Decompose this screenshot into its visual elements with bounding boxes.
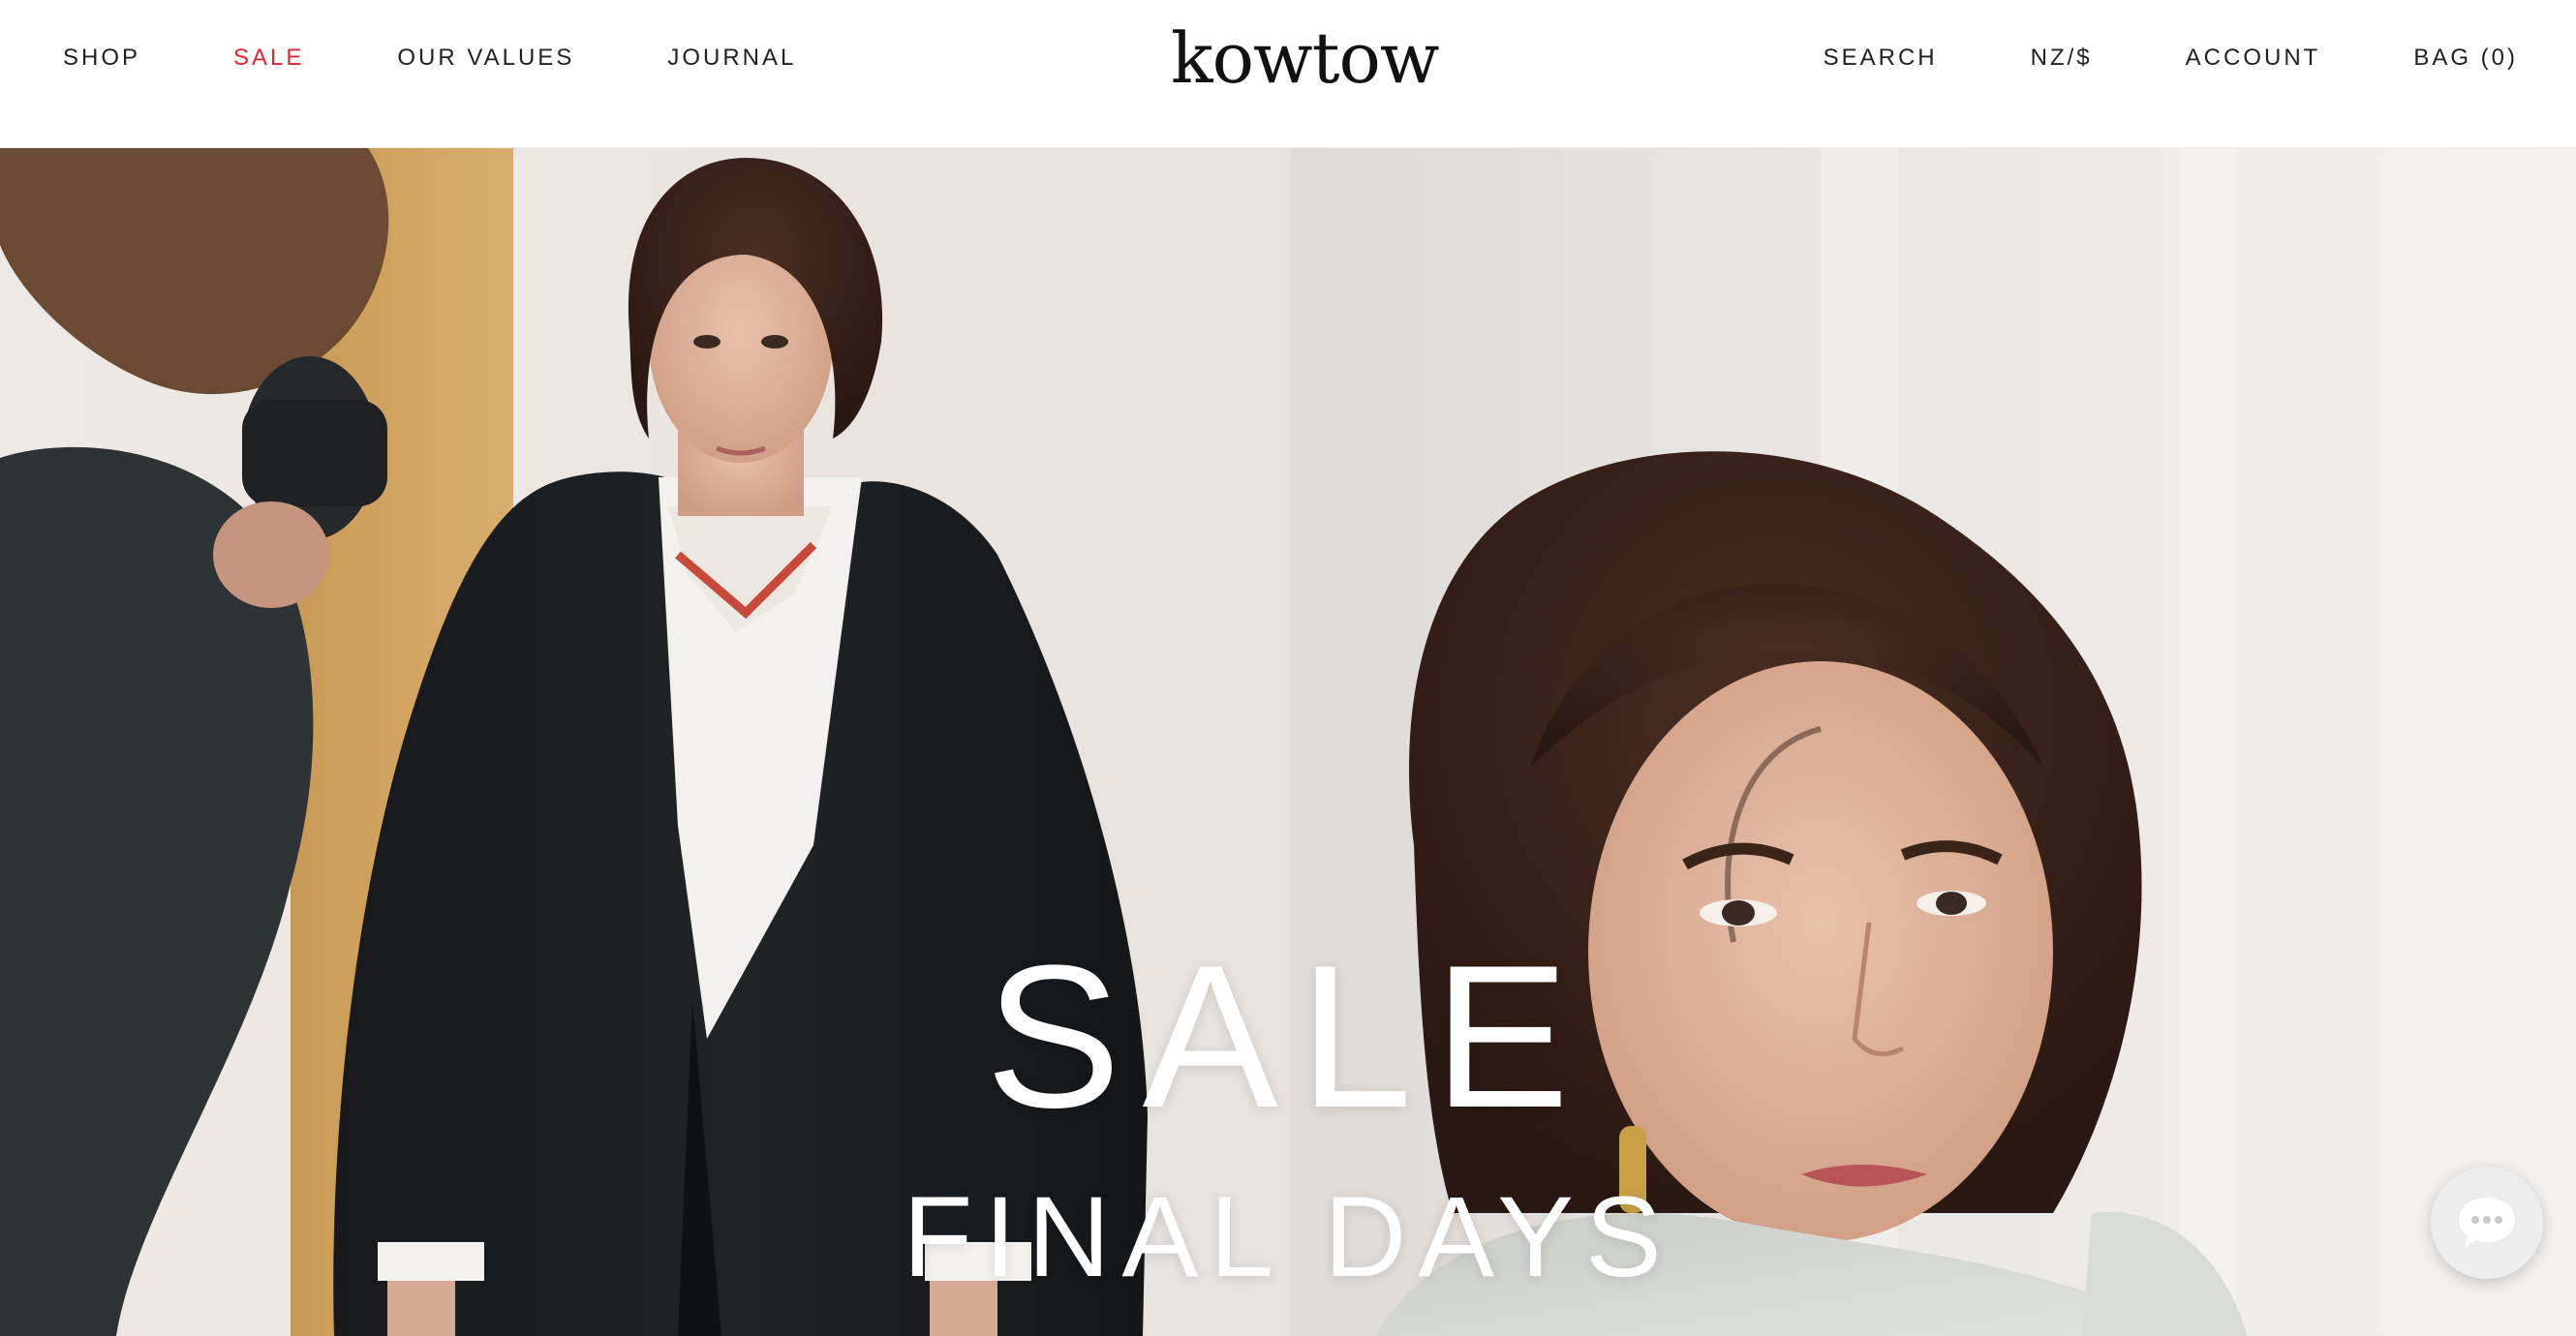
currency-selector[interactable]: NZ/$ xyxy=(2031,45,2093,72)
chat-bubble-icon xyxy=(2459,1198,2515,1248)
account-link[interactable]: ACCOUNT xyxy=(2186,45,2321,72)
chat-button[interactable] xyxy=(2431,1167,2543,1279)
utility-nav: SEARCH NZ/$ ACCOUNT BAG (0) xyxy=(1731,0,2518,116)
hero-image xyxy=(0,148,2576,1336)
site-header: SHOP SALE OUR VALUES JOURNAL kowtow SEAR… xyxy=(0,0,2576,148)
nav-shop[interactable]: SHOP xyxy=(63,45,140,72)
nav-sale[interactable]: SALE xyxy=(233,45,304,72)
nav-our-values[interactable]: OUR VALUES xyxy=(397,45,574,72)
brand-logo[interactable]: kowtow xyxy=(1171,17,1440,99)
bag-link[interactable]: BAG (0) xyxy=(2413,45,2518,72)
hero-headline: SALE xyxy=(985,923,1591,1150)
hero-banner[interactable]: SALE FINAL DAYS xyxy=(0,148,2576,1336)
nav-journal[interactable]: JOURNAL xyxy=(667,45,796,72)
primary-nav: SHOP SALE OUR VALUES JOURNAL xyxy=(63,0,889,116)
search-link[interactable]: SEARCH xyxy=(1824,45,1938,72)
hero-subheadline: FINAL DAYS xyxy=(903,1173,1673,1301)
